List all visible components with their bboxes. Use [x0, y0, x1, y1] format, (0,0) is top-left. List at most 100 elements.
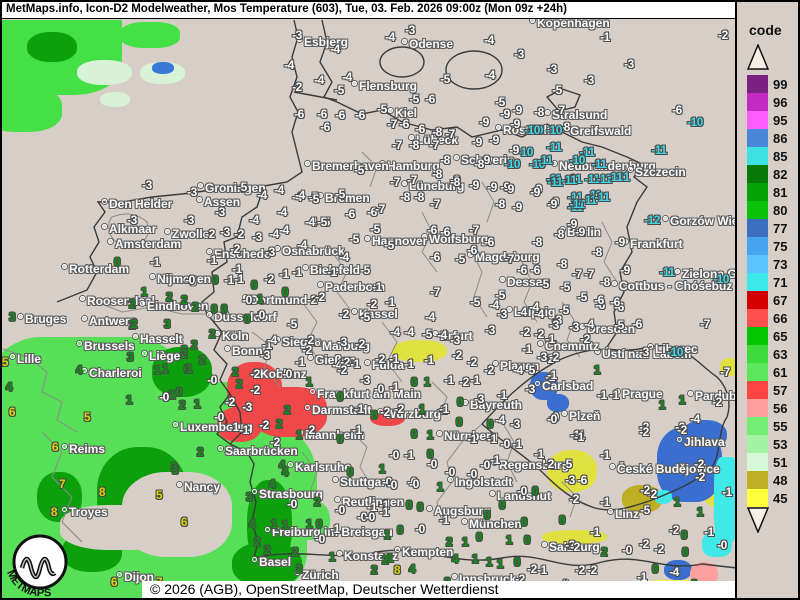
- temperature-value: 1: [306, 517, 312, 531]
- temperature-value: -1: [207, 253, 217, 267]
- temperature-value: 1: [282, 518, 288, 532]
- legend-swatch: [747, 165, 768, 183]
- city-name: Hannover: [372, 234, 427, 248]
- city-name: Troyes: [69, 505, 108, 519]
- temperature-value: 0: [652, 562, 658, 576]
- city-label: Lille: [10, 352, 41, 366]
- city-label: Nijmegen: [150, 272, 211, 286]
- city-name: Dresden: [587, 322, 635, 336]
- temperature-value: -3: [142, 178, 152, 192]
- temperature-value: -7: [445, 127, 455, 141]
- temperature-value: 1: [437, 480, 443, 494]
- temperature-value: -8: [600, 275, 610, 289]
- temperature-value: 0: [682, 545, 688, 559]
- city-label: Düsseldorf: [207, 310, 277, 324]
- city-marker-icon: [82, 316, 87, 321]
- temperature-value: -1: [389, 380, 399, 394]
- temperature-value: -9: [487, 180, 497, 194]
- temperature-value: -3: [265, 245, 275, 259]
- city-marker-icon: [452, 574, 457, 579]
- temperature-value: -7: [390, 175, 400, 189]
- city-label: Groningen: [198, 181, 266, 195]
- temperature-value: -5: [317, 215, 327, 229]
- temperature-value: -6: [355, 108, 365, 122]
- temperature-value: 0: [316, 517, 322, 531]
- city-label: Den Helder: [102, 197, 172, 211]
- city-marker-icon: [10, 354, 15, 359]
- temperature-value: -2: [654, 542, 664, 556]
- temperature-value: -3: [624, 57, 634, 71]
- temperature-value: 1: [271, 517, 277, 531]
- temperature-value: -1: [292, 265, 302, 279]
- temperature-value: -6: [399, 117, 409, 131]
- temperature-value: -4: [534, 307, 544, 321]
- temperature-value: -4: [484, 33, 494, 47]
- city-marker-icon: [675, 269, 680, 274]
- city-name: Frankfurt: [630, 237, 683, 251]
- temperature-value: -2: [259, 418, 269, 432]
- temperature-value: -3: [510, 417, 520, 431]
- temperature-value: -4: [305, 215, 315, 229]
- city-marker-icon: [215, 331, 220, 336]
- temperature-value: 2: [191, 338, 197, 352]
- city-marker-icon: [150, 274, 155, 279]
- legend-row: 66: [747, 309, 798, 327]
- temperature-value: -4: [257, 188, 267, 202]
- city-marker-icon: [463, 400, 468, 405]
- city-name: Karlsruhe: [295, 460, 351, 474]
- temperature-value: 2: [192, 300, 198, 314]
- temperature-value: -3: [360, 373, 370, 387]
- temperature-value: -0: [389, 448, 399, 462]
- temperature-value: 0: [411, 427, 417, 441]
- legend-code-label: 55: [773, 419, 787, 434]
- temperature-value: 1: [141, 285, 147, 299]
- city-name: Greifswald: [570, 124, 631, 138]
- temperature-value: -2: [640, 483, 650, 497]
- city-name: München: [469, 517, 522, 531]
- city-label: Flensburg: [352, 79, 417, 93]
- city-label: Szczecin: [628, 165, 686, 179]
- temperature-value: -1: [444, 373, 454, 387]
- temperature-value: 2: [129, 297, 135, 311]
- temperature-value: -10: [687, 115, 703, 129]
- city-marker-icon: [337, 551, 342, 556]
- city-marker-icon: [142, 351, 147, 356]
- temperature-value: -4: [314, 73, 324, 87]
- temperature-value: -8: [409, 138, 419, 152]
- city-label: Jihlava: [677, 435, 725, 449]
- city-label: Prague: [615, 387, 663, 401]
- legend-swatch: [747, 489, 768, 507]
- temperature-value: -3: [549, 318, 559, 332]
- temperature-value: 2: [254, 535, 260, 549]
- city-marker-icon: [395, 547, 400, 552]
- temperature-value: -1: [490, 453, 500, 467]
- legend-swatch: [747, 273, 768, 291]
- legend-swatch: [747, 399, 768, 417]
- temperature-value: -4: [295, 188, 305, 202]
- legend-row: 56: [747, 399, 798, 417]
- city-name: Prague: [622, 387, 663, 401]
- temperature-value: 2: [197, 445, 203, 459]
- temperature-value: -2: [337, 363, 347, 377]
- temperature-value: -1: [439, 513, 449, 527]
- temperature-value: 2: [446, 535, 452, 549]
- temperature-value: -1: [522, 342, 532, 356]
- temperature-value: -7: [387, 117, 397, 131]
- temperature-value: 2: [284, 403, 290, 417]
- temperature-value: -6: [594, 293, 604, 307]
- city-name: Lille: [17, 352, 41, 366]
- temperature-value: -0: [517, 484, 527, 498]
- temperature-value: 6: [52, 440, 58, 454]
- temperature-value: 5: [2, 355, 8, 369]
- temperature-value: -5: [552, 83, 562, 97]
- city-marker-icon: [562, 411, 567, 416]
- city-marker-icon: [365, 236, 370, 241]
- city-marker-icon: [388, 108, 393, 113]
- city-name: Liège: [149, 349, 180, 363]
- city-marker-icon: [333, 477, 338, 482]
- city-marker-icon: [80, 296, 85, 301]
- weather-map[interactable]: EsbjergOdenseKopenhagenFlensburgKielRost…: [2, 2, 737, 598]
- city-marker-icon: [315, 341, 320, 346]
- temperature-value: -8: [432, 167, 442, 181]
- temperature-value: -5: [370, 222, 380, 236]
